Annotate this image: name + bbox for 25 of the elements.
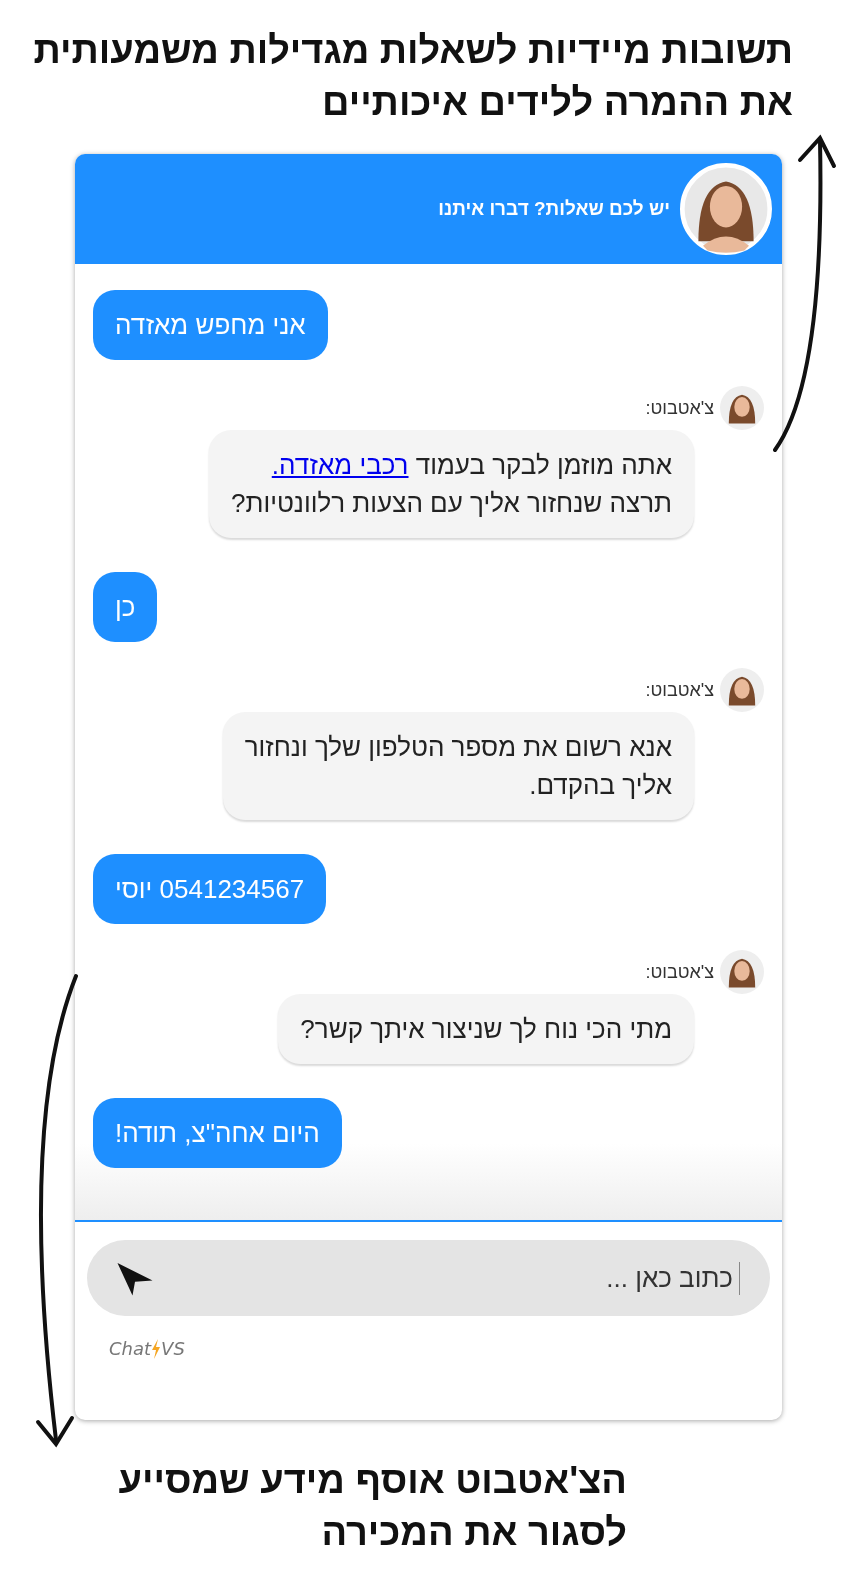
lightning-icon <box>151 1338 162 1359</box>
sender-name: צ'אטבוט: <box>645 397 714 419</box>
user-message: היום אחה"צ, תודה! <box>93 1098 342 1168</box>
user-message: אני מחפש מאזדה <box>93 290 328 360</box>
user-message: כן <box>93 572 158 642</box>
avatar-icon <box>720 668 764 712</box>
brand-text: Chat <box>109 1338 152 1359</box>
chat-title: יש לכם שאלות? דברו איתנו <box>438 198 670 220</box>
headline-text: תשובות מיידיות לשאלות מגדילות משמעותית <box>33 28 793 73</box>
user-message: 0541234567 יוסי <box>93 854 327 924</box>
avatar-icon <box>680 163 772 255</box>
bot-message: אתה מוזמן לבקר בעמוד רכבי מאזדה. תרצה שנחזור אליך עם הצעות רלוונטיות? <box>208 430 694 538</box>
caption-text: הצ'אטבוט אוסף מידע שמסייע <box>118 1458 627 1503</box>
sender-name: צ'אטבוט: <box>645 961 714 983</box>
message-link[interactable]: רכבי מאזדה. <box>271 450 409 480</box>
avatar-icon <box>720 950 764 994</box>
brand-text: VS <box>161 1338 185 1359</box>
bot-message: מתי הכי נוח לך שניצור איתך קשר? <box>278 994 694 1064</box>
message-input[interactable]: כתוב כאן ... <box>155 1261 740 1295</box>
caption-text: לסגור את המכירה <box>321 1510 627 1555</box>
message-field[interactable]: כתוב כאן ... <box>87 1240 770 1316</box>
bot-message: אנא רשום את מספר הטלפון שלך ונחזור אליך בהקדם. <box>222 712 694 820</box>
sender-name: צ'אטבוט: <box>645 679 714 701</box>
headline-text: את ההמרה ללידים איכותיים <box>322 80 793 125</box>
avatar-icon <box>720 386 764 430</box>
